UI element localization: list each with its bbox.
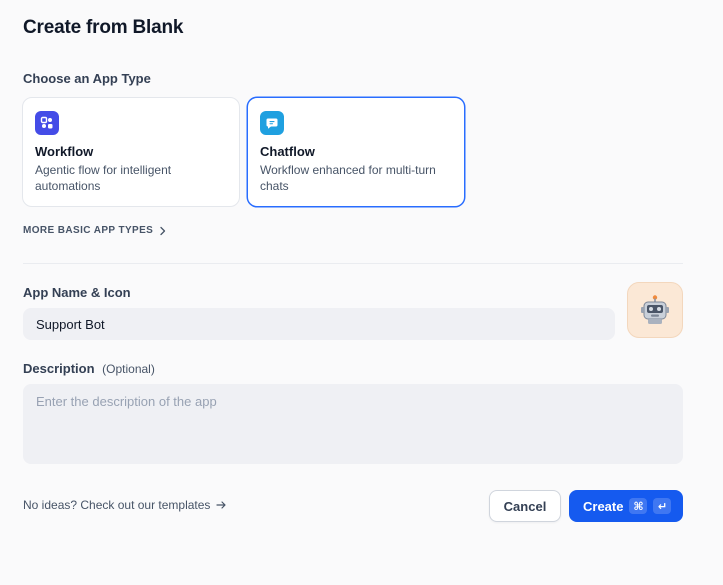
enter-key-icon: ↵: [653, 498, 672, 514]
create-button[interactable]: Create ⌘ ↵: [569, 490, 683, 522]
card-title: Workflow: [35, 144, 94, 159]
chevron-right-icon: [160, 226, 166, 235]
create-button-label: Create: [583, 498, 624, 514]
more-app-types-link[interactable]: MORE BASIC APP TYPES: [23, 225, 167, 236]
templates-link-text: No ideas? Check out our templates: [23, 498, 211, 512]
card-description: Workflow enhanced for multi-turn chats: [260, 163, 436, 193]
description-label-group: Description (Optional): [23, 361, 155, 376]
more-app-types-label: MORE BASIC APP TYPES: [23, 225, 154, 236]
workflow-icon: [35, 111, 59, 135]
card-description: Agentic flow for intelligent automations: [35, 163, 172, 193]
description-textarea[interactable]: [23, 384, 683, 464]
optional-hint: (Optional): [102, 362, 155, 376]
templates-link[interactable]: No ideas? Check out our templates: [23, 498, 227, 512]
description-label: Description: [23, 361, 95, 376]
dialog-title: Create from Blank: [23, 17, 184, 38]
app-type-card-workflow[interactable]: Workflow Agentic flow for intelligent au…: [22, 97, 240, 207]
cancel-button[interactable]: Cancel: [489, 490, 561, 522]
app-name-input[interactable]: [23, 308, 615, 340]
card-title: Chatflow: [260, 144, 315, 159]
app-type-label: Choose an App Type: [23, 71, 151, 86]
robot-icon: [641, 295, 669, 324]
chatflow-icon: [260, 111, 284, 135]
app-name-label: App Name & Icon: [23, 285, 131, 300]
arrow-right-icon: [216, 501, 227, 509]
app-icon-picker[interactable]: [627, 282, 683, 338]
section-divider: [23, 263, 683, 264]
app-type-card-chatflow[interactable]: Chatflow Workflow enhanced for multi-tur…: [247, 97, 465, 207]
command-key-icon: ⌘: [629, 498, 648, 514]
